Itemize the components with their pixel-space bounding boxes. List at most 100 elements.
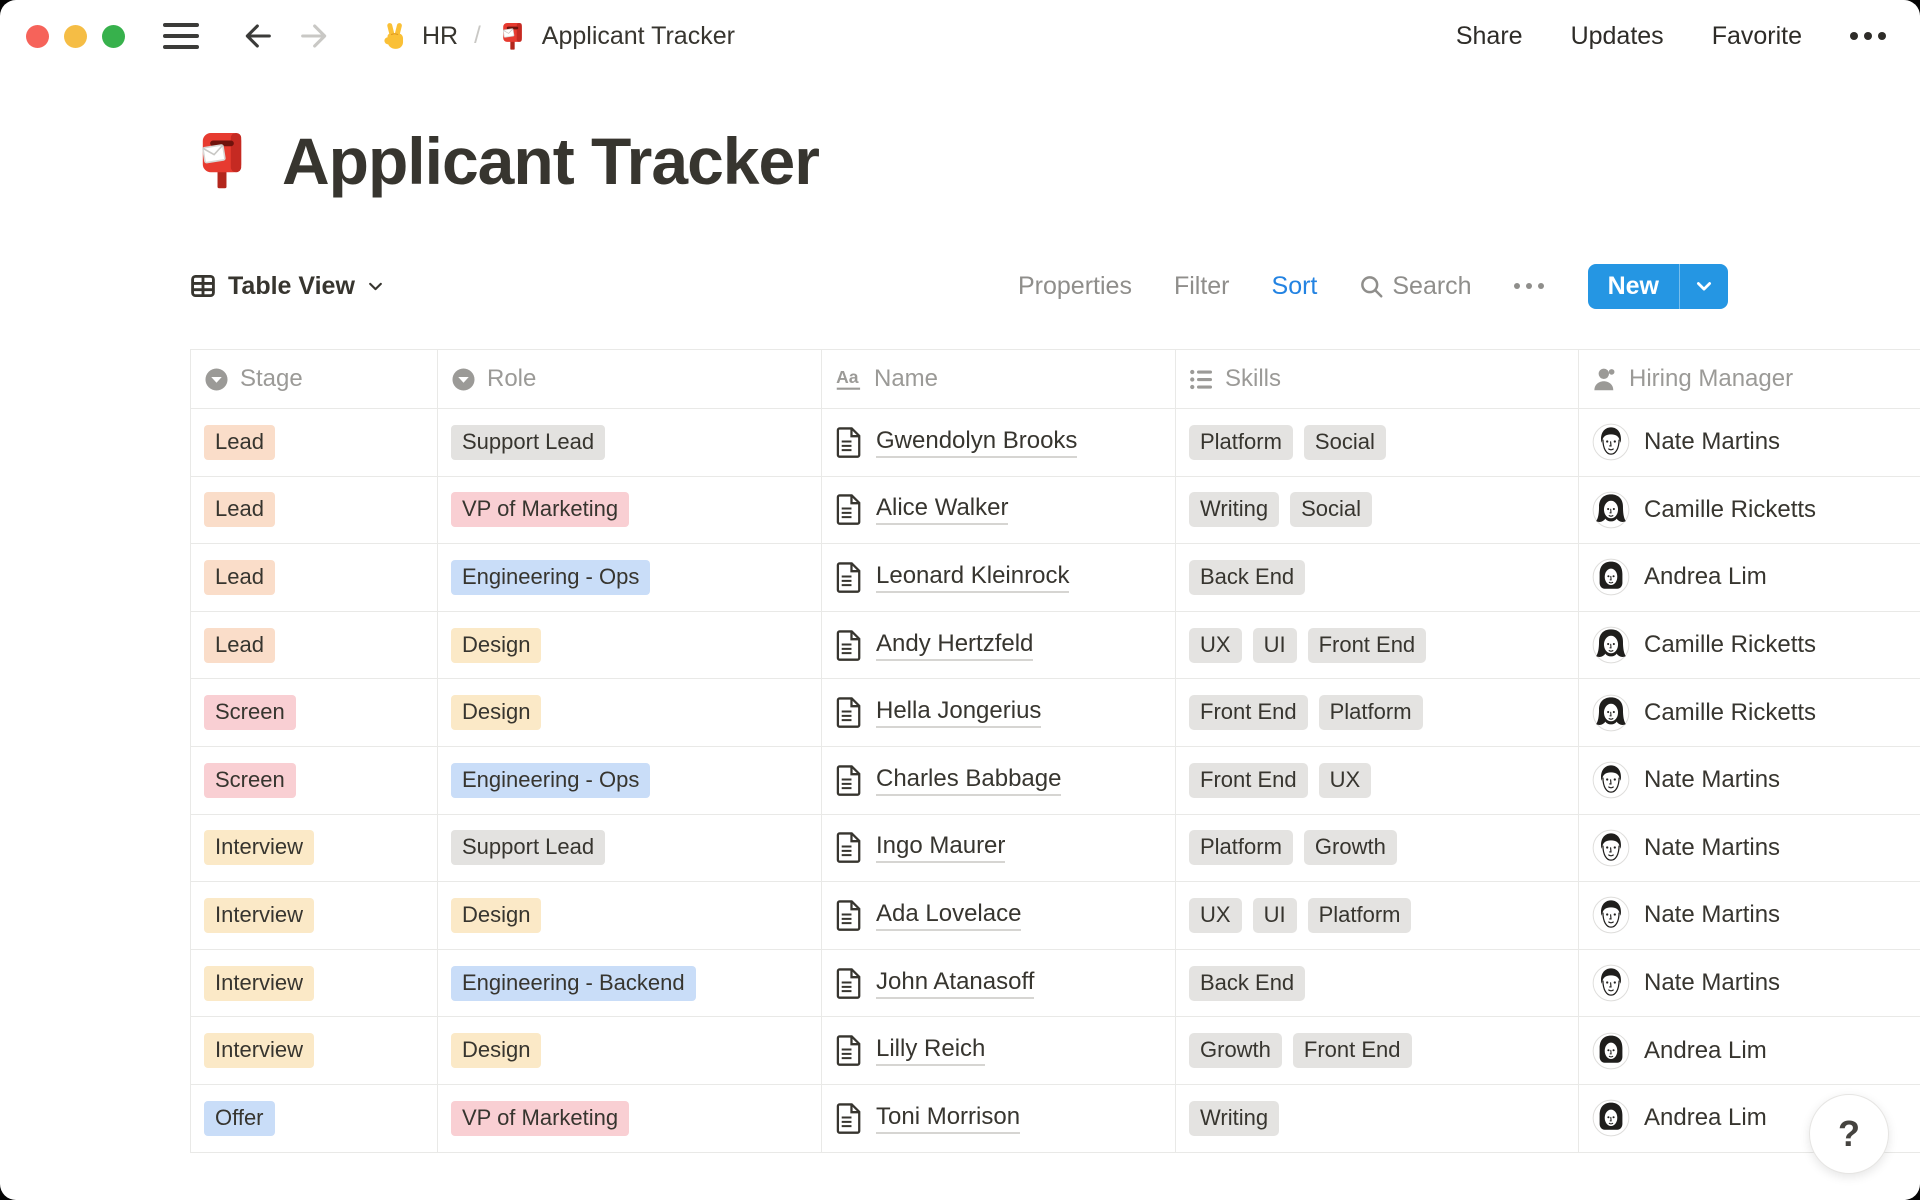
- help-button[interactable]: ?: [1809, 1094, 1889, 1174]
- page-document-icon: [835, 427, 862, 458]
- stage-cell[interactable]: Interview: [191, 882, 438, 949]
- skills-cell[interactable]: Writing: [1176, 1084, 1579, 1152]
- role-cell[interactable]: Engineering - Backend: [438, 949, 822, 1017]
- name-cell[interactable]: Ada Lovelace: [822, 882, 1176, 949]
- skills-cell[interactable]: Front End UX: [1176, 746, 1579, 814]
- role-cell[interactable]: Support Lead: [438, 409, 822, 476]
- new-button-chevron-icon[interactable]: [1680, 264, 1728, 309]
- applicant-page-link[interactable]: Gwendolyn Brooks: [876, 427, 1078, 458]
- zoom-window-button[interactable]: [102, 24, 125, 48]
- page-icon-postbox[interactable]: [190, 129, 254, 193]
- applicant-page-link[interactable]: John Atanasoff: [876, 968, 1035, 999]
- applicant-page-link[interactable]: Charles Babbage: [876, 765, 1062, 796]
- stage-tag: Screen: [204, 762, 296, 798]
- role-cell[interactable]: Design: [438, 1017, 822, 1084]
- sidebar-menu-icon[interactable]: [163, 23, 199, 49]
- column-header-name[interactable]: Aa Name: [822, 350, 1176, 408]
- skills-cell[interactable]: Growth Front End: [1176, 1017, 1579, 1084]
- hiring-manager-cell[interactable]: Nate Martins: [1579, 409, 1920, 476]
- role-cell[interactable]: Support Lead: [438, 814, 822, 882]
- role-tag: Design: [451, 627, 542, 663]
- stage-cell[interactable]: Interview: [191, 949, 438, 1017]
- skills-cell[interactable]: Writing Social: [1176, 476, 1579, 544]
- hiring-manager-cell[interactable]: Nate Martins: [1579, 882, 1920, 949]
- back-arrow-icon[interactable]: [241, 19, 275, 53]
- stage-cell[interactable]: Interview: [191, 1017, 438, 1084]
- hiring-manager-cell[interactable]: Camille Ricketts: [1579, 612, 1920, 679]
- role-cell[interactable]: VP of Marketing: [438, 1084, 822, 1152]
- skills-cell[interactable]: Front End Platform: [1176, 679, 1579, 746]
- stage-cell[interactable]: Lead: [191, 611, 438, 679]
- favorite-button[interactable]: Favorite: [1712, 22, 1802, 51]
- skills-cell[interactable]: Back End: [1176, 544, 1579, 611]
- role-cell[interactable]: Design: [438, 679, 822, 746]
- applicant-page-link[interactable]: Ingo Maurer: [876, 832, 1006, 864]
- stage-cell[interactable]: Screen: [191, 746, 438, 814]
- hiring-manager-cell[interactable]: Andrea Lim: [1579, 1017, 1920, 1084]
- stage-cell[interactable]: Lead: [191, 544, 438, 611]
- name-cell[interactable]: Alice Walker: [822, 476, 1176, 544]
- new-button-label[interactable]: New: [1588, 264, 1679, 309]
- stage-cell[interactable]: Lead: [191, 476, 438, 544]
- updates-button[interactable]: Updates: [1571, 22, 1664, 51]
- table-view-switcher[interactable]: Table View: [190, 272, 384, 301]
- role-cell[interactable]: Design: [438, 611, 822, 679]
- skills-cell[interactable]: Platform Growth: [1176, 814, 1579, 882]
- skills-cell[interactable]: UX UI Front End: [1176, 611, 1579, 679]
- applicant-page-link[interactable]: Hella Jongerius: [876, 697, 1042, 729]
- skills-cell[interactable]: Platform Social: [1176, 409, 1579, 476]
- close-window-button[interactable]: [26, 24, 49, 48]
- name-cell[interactable]: John Atanasoff: [822, 949, 1176, 1017]
- stage-cell[interactable]: Offer: [191, 1084, 438, 1152]
- name-cell[interactable]: Charles Babbage: [822, 746, 1176, 814]
- stage-cell[interactable]: Lead: [191, 409, 438, 476]
- stage-cell[interactable]: Interview: [191, 814, 438, 882]
- name-cell[interactable]: Leonard Kleinrock: [822, 544, 1176, 611]
- column-header-stage[interactable]: Stage: [191, 350, 438, 408]
- name-cell[interactable]: Ingo Maurer: [822, 814, 1176, 882]
- hiring-manager-cell[interactable]: Nate Martins: [1579, 815, 1920, 882]
- name-cell[interactable]: Gwendolyn Brooks: [822, 409, 1176, 476]
- column-header-role[interactable]: Role: [438, 350, 822, 408]
- skills-cell[interactable]: Back End: [1176, 949, 1579, 1017]
- applicant-page-link[interactable]: Leonard Kleinrock: [876, 562, 1070, 593]
- toolbar-more-icon[interactable]: [1513, 283, 1544, 289]
- page-header: Applicant Tracker: [0, 120, 1920, 202]
- applicant-page-link[interactable]: Alice Walker: [876, 494, 1009, 526]
- window-topbar: HR / Applicant Tracker Share Updates Fav…: [0, 0, 1920, 72]
- applicant-page-link[interactable]: Andy Hertzfeld: [876, 630, 1034, 661]
- new-button[interactable]: New: [1587, 263, 1728, 309]
- hiring-manager-cell[interactable]: Camille Ricketts: [1579, 477, 1920, 544]
- name-cell[interactable]: Hella Jongerius: [822, 679, 1176, 746]
- filter-button[interactable]: Filter: [1174, 272, 1230, 301]
- more-options-icon[interactable]: [1850, 32, 1886, 40]
- role-cell[interactable]: Engineering - Ops: [438, 544, 822, 611]
- hiring-manager-cell[interactable]: Andrea Lim: [1579, 544, 1920, 611]
- role-cell[interactable]: VP of Marketing: [438, 476, 822, 544]
- column-header-skills[interactable]: Skills: [1176, 350, 1579, 408]
- role-cell[interactable]: Design: [438, 882, 822, 949]
- name-cell[interactable]: Toni Morrison: [822, 1084, 1176, 1152]
- hiring-manager-cell[interactable]: Camille Ricketts: [1579, 679, 1920, 746]
- stage-cell[interactable]: Screen: [191, 679, 438, 746]
- role-cell[interactable]: Engineering - Ops: [438, 746, 822, 814]
- applicant-page-link[interactable]: Lilly Reich: [876, 1035, 986, 1067]
- table-row: Lead Support Lead Gwendolyn Brooks Platf…: [191, 409, 1920, 477]
- breadcrumb-page[interactable]: Applicant Tracker: [542, 22, 735, 51]
- minimize-window-button[interactable]: [64, 24, 87, 48]
- forward-arrow-icon[interactable]: [297, 19, 331, 53]
- column-header-hiring-manager[interactable]: Hiring Manager: [1579, 350, 1920, 408]
- applicant-page-link[interactable]: Toni Morrison: [876, 1103, 1021, 1134]
- name-cell[interactable]: Lilly Reich: [822, 1017, 1176, 1084]
- name-cell[interactable]: Andy Hertzfeld: [822, 611, 1176, 679]
- hiring-manager-cell[interactable]: Nate Martins: [1579, 747, 1920, 814]
- avatar-camille-ricketts: [1592, 491, 1630, 529]
- hiring-manager-cell[interactable]: Nate Martins: [1579, 950, 1920, 1017]
- applicant-page-link[interactable]: Ada Lovelace: [876, 900, 1022, 931]
- skills-cell[interactable]: UX UI Platform: [1176, 882, 1579, 949]
- search-button[interactable]: Search: [1359, 272, 1472, 301]
- properties-button[interactable]: Properties: [1018, 272, 1132, 301]
- share-button[interactable]: Share: [1456, 22, 1523, 51]
- breadcrumb-workspace[interactable]: HR: [422, 22, 458, 51]
- sort-button[interactable]: Sort: [1272, 272, 1318, 301]
